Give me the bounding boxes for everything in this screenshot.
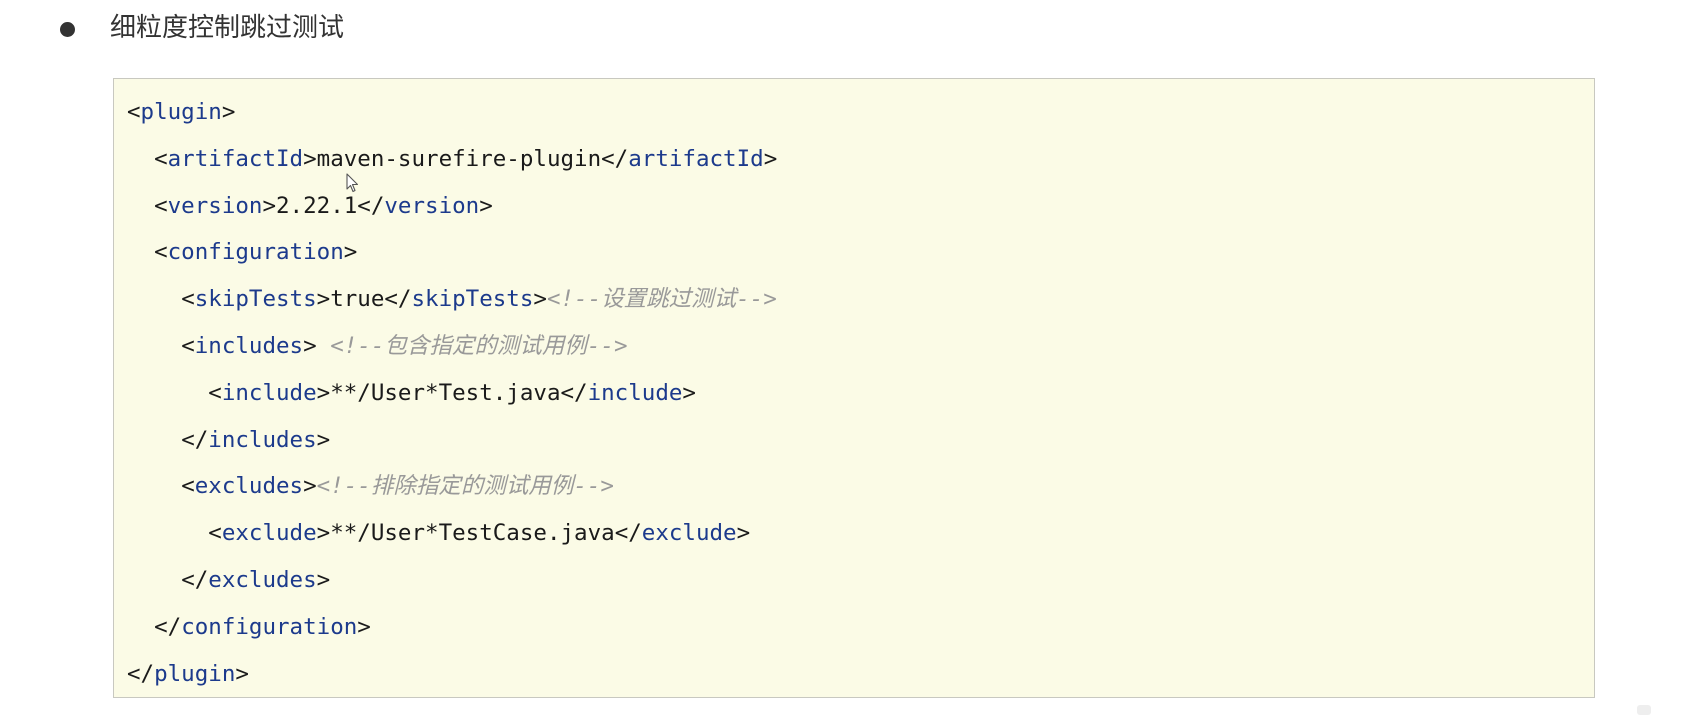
tag-bracket: </ [384,286,412,313]
tag-bracket: < [127,99,141,125]
xml-text-value: 2.22.1 [276,192,358,219]
tag-bracket: > [343,239,358,266]
xml-text-value: maven-surefire-plugin [316,145,602,172]
tag-bracket: > [316,520,331,547]
code-line: <plugin> [127,89,777,136]
xml-comment: <!--排除指定的测试用例--> [316,473,614,500]
code-line: <includes> <!--包含指定的测试用例--> [127,323,777,370]
code-line: </excludes> [127,557,777,604]
xml-tag-name: skipTests [194,286,317,313]
tag-bracket: < [181,286,195,313]
tag-bracket: < [154,145,168,172]
tag-bracket: > [221,99,236,125]
tag-bracket: > [316,566,331,593]
tag-bracket: </ [601,145,629,172]
tag-bracket: > [235,660,249,687]
xml-comment: <!--设置跳过测试--> [546,286,777,313]
xml-tag-name: exclude [221,520,317,547]
tag-bracket: < [208,520,222,547]
tag-bracket: </ [181,426,209,453]
xml-text-value: true [330,286,385,313]
tag-bracket: < [181,332,195,359]
xml-tag-name: excludes [194,473,304,500]
code-line: <version>2.22.1</version> [127,183,777,230]
code-line: <excludes><!--排除指定的测试用例--> [127,463,777,510]
xml-tag-name: exclude [641,520,737,547]
code-line: <exclude>**/User*TestCase.java</exclude> [127,510,777,557]
code-content: <plugin> <artifactId>maven-surefire-plug… [127,89,777,697]
xml-text-value: **/User*Test.java [330,379,561,406]
code-line: </includes> [127,417,777,464]
xml-tag-name: artifactId [167,145,304,172]
tag-bracket: </ [127,660,155,687]
xml-tag-name: configuration [181,613,358,640]
xml-tag-name: plugin [154,660,236,687]
tag-bracket: > [357,613,371,640]
tag-bracket: > [533,286,547,313]
tag-bracket: > [316,379,331,406]
tag-bracket: > [303,332,317,359]
tag-bracket: > [682,379,696,406]
tag-bracket: </ [357,192,385,219]
tag-bracket: > [763,145,778,172]
xml-tag-name: configuration [167,239,344,266]
code-line: </configuration> [127,604,777,651]
xml-tag-name: includes [194,332,304,359]
corner-mark [1637,705,1651,715]
code-line: <skipTests>true</skipTests><!--设置跳过测试--> [127,276,777,323]
tag-bracket: </ [614,520,642,547]
tag-bracket: > [303,473,317,500]
xml-tag-name: excludes [208,566,317,593]
tag-bracket: < [154,239,168,266]
xml-tag-name: version [384,192,480,219]
xml-tag-name: skipTests [411,286,534,313]
code-line: <include>**/User*Test.java</include> [127,370,777,417]
cursor-arrow-icon [346,173,359,193]
tag-bracket: > [316,426,331,453]
xml-tag-name: plugin [140,99,222,125]
tag-bracket: </ [154,613,182,640]
bullet-icon [60,22,75,37]
tag-bracket: </ [181,566,209,593]
xml-text-value: **/User*TestCase.java [330,520,615,547]
xml-tag-name: include [221,379,317,406]
tag-bracket: > [479,192,493,219]
tag-bracket: </ [560,379,588,406]
xml-tag-name: version [167,192,263,219]
tag-bracket: > [262,192,277,219]
tag-bracket: < [154,192,168,219]
tag-bracket: > [316,286,331,313]
xml-tag-name: artifactId [628,145,764,172]
code-line: </plugin> [127,651,777,698]
xml-comment: <!--包含指定的测试用例--> [330,332,628,359]
section-title: 细粒度控制跳过测试 [110,13,345,43]
tag-bracket: > [303,145,317,172]
code-block: <plugin> <artifactId>maven-surefire-plug… [113,78,1595,698]
tag-bracket: < [181,473,195,500]
code-line: <configuration> [127,229,777,276]
xml-tag-name: include [587,379,683,406]
xml-tag-name: includes [208,426,317,453]
tag-bracket: < [208,379,222,406]
code-line: <artifactId>maven-surefire-plugin</artif… [127,136,777,183]
tag-bracket: > [736,520,751,547]
